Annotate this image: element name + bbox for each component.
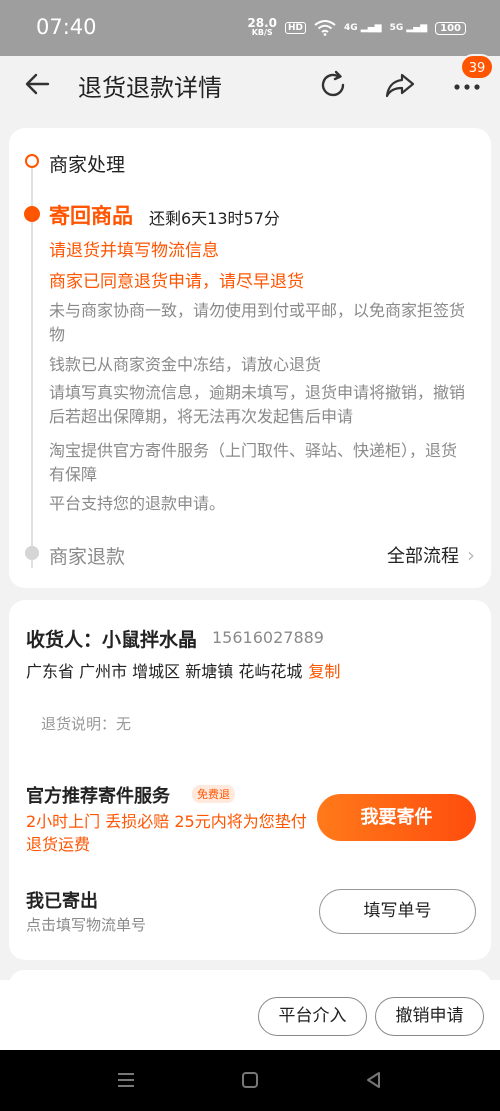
step-dot-merchant-refund xyxy=(25,546,39,560)
step-merchant-processing: 商家处理 xyxy=(49,154,126,176)
share-icon[interactable] xyxy=(383,68,417,102)
receiver-line: 收货人：小鼠拌水晶 xyxy=(26,625,197,652)
tip-platform-support: 平台支持您的退款申请。 xyxy=(49,494,226,513)
platform-intervene-button[interactable]: 平台介入 xyxy=(258,997,367,1036)
step-dot-merchant-processing xyxy=(25,154,39,168)
shipping-service-title: 官方推荐寄件服务 xyxy=(26,786,170,807)
already-shipped-subtitle: 点击填写物流单号 xyxy=(26,916,147,934)
remaining-time: 还剩6天13时57分 xyxy=(149,209,280,228)
app-header: 退货退款详情 xyxy=(0,56,500,116)
status-time: 07:40 xyxy=(36,15,97,39)
free-return-tag: 免费退 xyxy=(192,785,235,803)
menu-icon[interactable] xyxy=(116,1070,136,1090)
timeline-line xyxy=(31,168,33,568)
shipping-service-desc: 2小时上门 丢损必赔 25元内将为您垫付退货运费 xyxy=(26,812,307,854)
wifi-icon xyxy=(314,20,336,36)
return-note: 退货说明：无 xyxy=(41,715,132,733)
receiver-name: 小鼠拌水晶 xyxy=(102,629,198,651)
receiver-address-line: 广东省 广州市 增城区 新塘镇 花屿花城 复制 xyxy=(26,658,340,682)
tip-funds-frozen: 钱款已从商家资金中冻结，请放心退货 xyxy=(49,355,322,374)
all-flow-label: 全部流程 xyxy=(387,546,459,567)
signal-4g-icon: 4G ▂▄▆ xyxy=(344,23,382,33)
instruction-fill-logistics: 请退货并填写物流信息 xyxy=(49,241,219,261)
status-bar: 07:40 28.0 KB/S HD 4G ▂▄▆ 5G ▂▄▆ 100 xyxy=(0,0,500,56)
step-merchant-refund: 商家退款 xyxy=(49,546,126,568)
receiver-phone: 15616027889 xyxy=(212,628,324,647)
back-arrow-icon[interactable] xyxy=(22,68,54,100)
refresh-icon[interactable] xyxy=(316,68,350,102)
already-shipped-title: 我已寄出 xyxy=(26,891,98,912)
page-title: 退货退款详情 xyxy=(78,74,222,102)
cancel-request-button[interactable]: 撤销申请 xyxy=(375,997,484,1036)
refund-progress-card: 商家处理 寄回商品 还剩6天13时57分 请退货并填写物流信息 商家已同意退货申… xyxy=(9,128,491,588)
hd-icon: HD xyxy=(284,22,306,34)
receiver-label: 收货人： xyxy=(26,629,103,651)
signal-5g-icon: 5G ▂▄▆ xyxy=(389,23,428,33)
home-icon[interactable] xyxy=(240,1070,260,1090)
tip-real-logistics: 请填写真实物流信息，逾期未填写，退货申请将撤销，撤销后若超出保障期，将无法再次发… xyxy=(49,383,466,426)
copy-address-button[interactable]: 复制 xyxy=(308,662,340,681)
chevron-right-icon: › xyxy=(467,543,475,567)
all-flow-link[interactable]: 全部流程 › xyxy=(387,542,475,568)
net-speed: 28.0 KB/S xyxy=(247,16,277,37)
send-package-button[interactable]: 我要寄件 xyxy=(317,794,476,841)
return-shipping-card: 收货人：小鼠拌水晶 15616027889 广东省 广州市 增城区 新塘镇 花屿… xyxy=(9,600,491,960)
tip-no-cod: 未与商家协商一致，请勿使用到付或平邮，以免商家拒签货物 xyxy=(49,301,466,344)
receiver-address: 广东省 广州市 增城区 新塘镇 花屿花城 xyxy=(26,662,303,681)
system-nav-bar xyxy=(0,1050,500,1111)
message-count-badge: 39 xyxy=(460,54,494,80)
merchant-agreed-text: 商家已同意退货申请，请尽早退货 xyxy=(49,272,304,292)
bottom-action-bar: 平台介入 撤销申请 xyxy=(0,980,500,1050)
back-triangle-icon[interactable] xyxy=(364,1070,384,1090)
step-return-goods: 寄回商品 xyxy=(49,204,133,228)
battery-icon: 100 xyxy=(435,21,466,35)
fill-tracking-button[interactable]: 填写单号 xyxy=(319,889,476,934)
step-dot-return-goods xyxy=(24,206,40,222)
status-icons: 28.0 KB/S HD 4G ▂▄▆ 5G ▂▄▆ 100 xyxy=(247,16,466,38)
tip-official-shipping: 淘宝提供官方寄件服务（上门取件、驿站、快递柜），退货有保障 xyxy=(49,441,458,484)
